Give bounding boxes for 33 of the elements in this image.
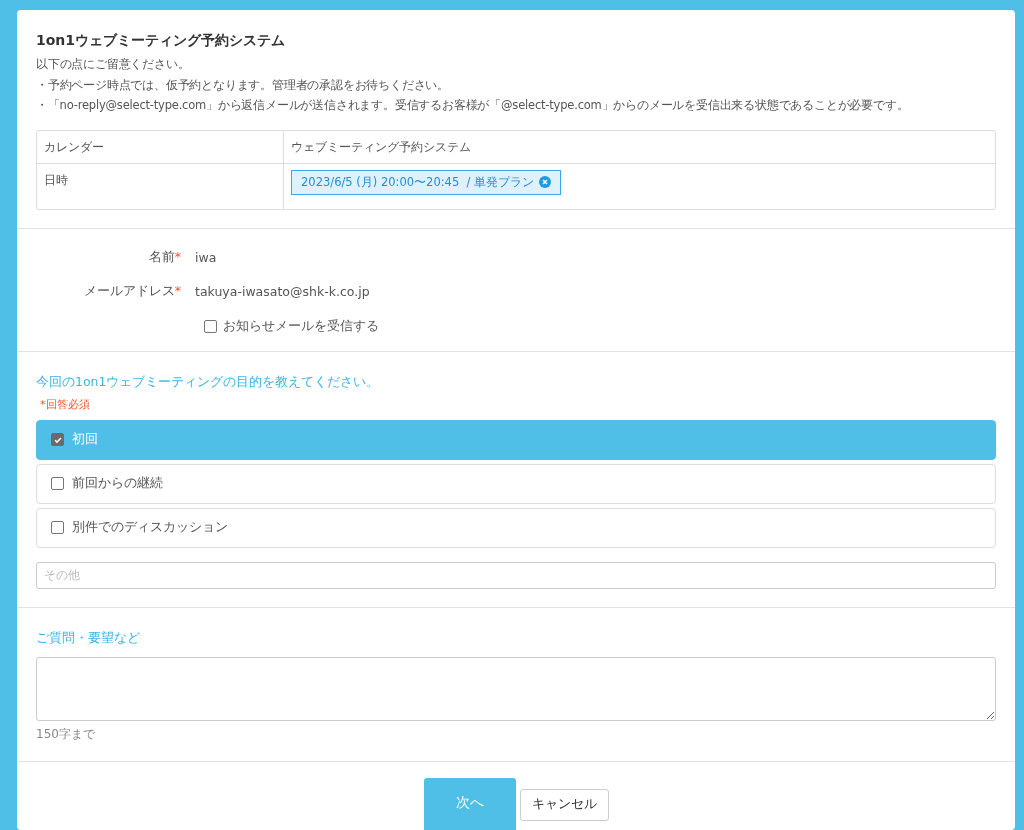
check-icon: [52, 434, 63, 445]
option-row[interactable]: 前回からの継続: [36, 463, 996, 504]
page-title: 1on1ウェブミーティング予約システム: [36, 32, 287, 50]
table-cell: ウェブミーティング予約システム: [291, 139, 471, 154]
option-label: 別件でのディスカッション: [72, 519, 228, 536]
notice-text: ・「no-reply@select-type.com」から返信メールが送信されます。受信するお客様が「@select-type.com」からのメールを受信出来る状態であることが必要です。: [36, 97, 910, 114]
option-row[interactable]: 別件でのディスカッション: [36, 507, 996, 548]
table-cell: 日時: [44, 172, 68, 187]
required-mark: *: [174, 283, 181, 298]
notice-text: ・予約ページ時点では、仮予約となります。管理者の承認をお待ちください。: [36, 76, 450, 94]
checkbox[interactable]: [51, 433, 64, 446]
field-value: iwa: [195, 250, 217, 265]
comment-field[interactable]: [36, 656, 996, 721]
field-label: メールアドレス: [83, 283, 175, 298]
option-label: 前回からの継続: [72, 475, 163, 492]
question-title: ご質問・要望など: [36, 629, 141, 647]
cancel-button[interactable]: キャンセル: [519, 788, 609, 821]
option-label: 初回: [72, 431, 98, 448]
table-cell: カレンダー: [44, 139, 104, 154]
checkbox[interactable]: [204, 320, 217, 333]
field-label: 名前: [148, 249, 175, 264]
checkbox[interactable]: [51, 477, 64, 490]
remove-icon[interactable]: [539, 176, 552, 188]
checkbox[interactable]: [51, 521, 64, 534]
question-title: 今回の1on1ウェブミーティングの目的を教えてください。: [36, 373, 381, 391]
checkbox-label: お知らせメールを受信する: [223, 318, 379, 335]
field-value: takuya-iwasato@shk-k.co.jp: [195, 284, 370, 299]
required-note: *回答必須: [40, 396, 91, 412]
required-mark: *: [174, 249, 181, 264]
notice-text: 以下の点にご留意ください。: [36, 56, 191, 73]
char-limit-hint: 150字まで: [36, 725, 96, 743]
datetime-text: 2023/6/5 (月) 20:00〜20:45 / 単発プラン: [301, 174, 535, 190]
other-field[interactable]: その他: [36, 561, 996, 589]
